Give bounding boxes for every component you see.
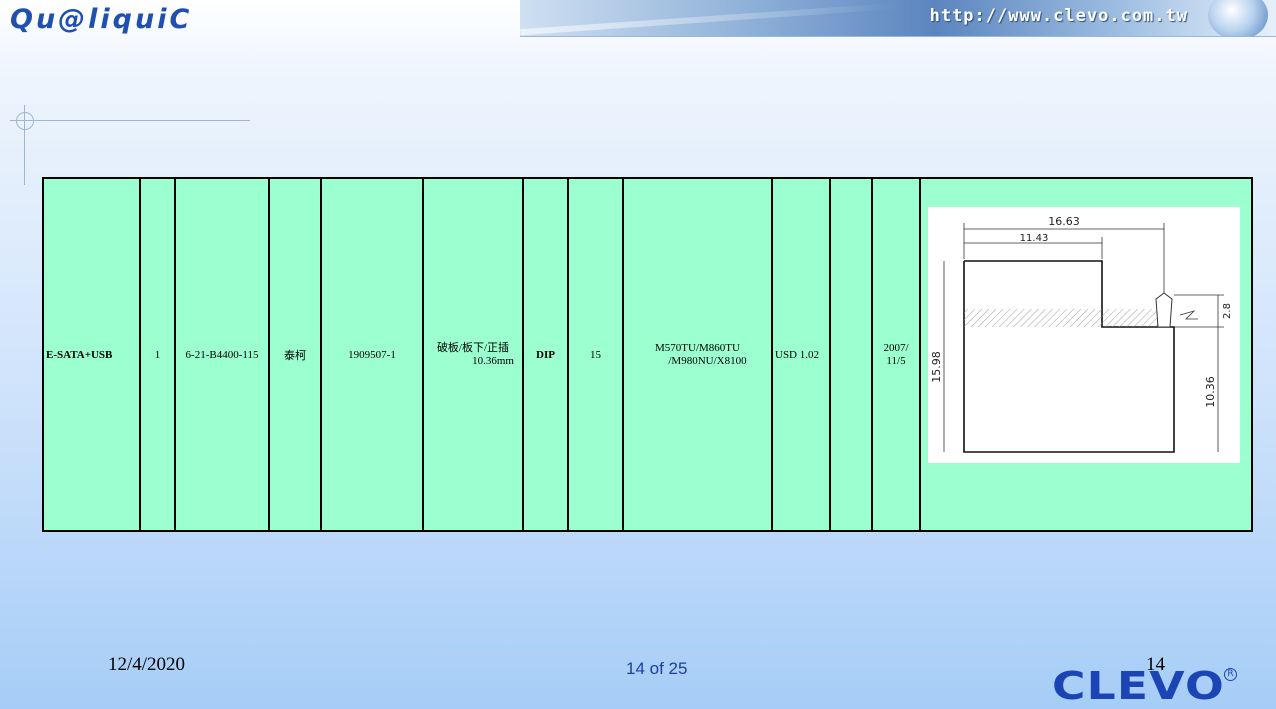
dim-height-label: 15.98 — [930, 351, 943, 383]
header-banner: http://www.clevo.com.tw — [520, 0, 1276, 37]
cell-drawing: 16.63 11.43 15.98 2.8 10.36 — [919, 177, 1253, 532]
cell-models: M570TU/M860TU /M980NU/X8100 — [622, 177, 773, 532]
dim-offset-label: 2.8 — [1222, 303, 1233, 319]
cell-count: 15 — [567, 177, 624, 532]
globe-icon — [1208, 0, 1268, 36]
mount-type: 破板/板下/正插 — [436, 342, 510, 355]
models-line-1: M570TU/M860TU — [655, 342, 740, 355]
qualiquic-logo: Qu@liquiC — [10, 4, 193, 35]
banner-streak — [520, 2, 900, 36]
registered-mark-icon: R — [1224, 668, 1237, 681]
cell-extra — [829, 177, 873, 532]
dim-width-label: 16.63 — [1048, 215, 1080, 228]
clevo-logo: CLEVO — [1052, 664, 1225, 708]
cell-component-name: E-SATA+USB — [42, 177, 141, 532]
cell-price: USD 1.02 — [771, 177, 831, 532]
cell-type: DIP — [522, 177, 569, 532]
models-line-2: /M980NU/X8100 — [668, 354, 747, 367]
cell-part-number: 6-21-B4400-115 — [174, 177, 270, 532]
cell-date: 2007/ 11/5 — [871, 177, 921, 532]
mount-dimension: 10.36mm — [472, 354, 514, 367]
cell-vendor: 泰柯 — [268, 177, 322, 532]
table-row: E-SATA+USB 1 6-21-B4400-115 泰柯 1909507-1… — [42, 177, 1253, 532]
footer-divider — [435, 654, 1095, 655]
cell-quantity: 1 — [139, 177, 176, 532]
dim-lower-label: 10.36 — [1204, 376, 1217, 408]
footer-date: 12/4/2020 — [108, 654, 186, 675]
decor-line — [10, 120, 250, 121]
date-line-2: 11/5 — [886, 354, 906, 367]
cell-mount: 破板/板下/正插 10.36mm — [422, 177, 524, 532]
connector-drawing-svg: 16.63 11.43 15.98 2.8 10.36 — [930, 215, 1233, 453]
decor-circle — [16, 112, 34, 130]
footer-page-indicator: 14 of 25 — [626, 659, 688, 678]
dimension-drawing: 16.63 11.43 15.98 2.8 10.36 — [928, 207, 1240, 463]
date-line-1: 2007/ — [883, 342, 909, 355]
header-url: http://www.clevo.com.tw — [929, 6, 1188, 26]
parts-table: E-SATA+USB 1 6-21-B4400-115 泰柯 1909507-1… — [42, 177, 1253, 532]
cell-vendor-part: 1909507-1 — [320, 177, 424, 532]
dim-step-label: 11.43 — [1020, 233, 1049, 244]
